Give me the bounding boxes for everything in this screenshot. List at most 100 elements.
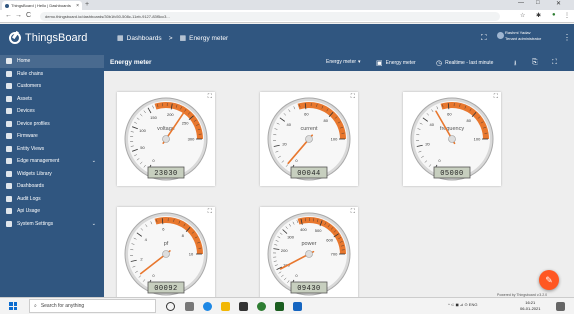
gauge-tick-label: 20 bbox=[282, 142, 287, 147]
gauge-tick-label: 20 bbox=[425, 142, 430, 147]
breadcrumb-dashboards[interactable]: Dashboards bbox=[127, 35, 162, 42]
gauge-widget-frequency[interactable]: ⛶ 0 20 40 60 80 100 frequency 05000 bbox=[403, 92, 501, 186]
store-icon[interactable] bbox=[239, 302, 248, 311]
user-info[interactable]: Rashmi Yadav Tenant administrator bbox=[505, 30, 541, 42]
url-input[interactable]: demo.thingsboard.io/dashboards/30b1fc50-… bbox=[40, 12, 500, 21]
sidebar-item-label: Rule chains bbox=[17, 70, 44, 77]
sidebar-item-dashboards[interactable]: Dashboards bbox=[0, 180, 104, 193]
gauge-dial: 020406080100frequency05000 bbox=[410, 97, 494, 181]
sidebar-item-widgets-library[interactable]: Widgets Library bbox=[0, 168, 104, 181]
sidebar-item-icon bbox=[6, 220, 12, 227]
gauge-tick-label: 300 bbox=[188, 137, 195, 142]
extensions-icon[interactable]: ✱ bbox=[536, 12, 541, 19]
entity-aliases-button[interactable]: ▣ Energy meter bbox=[376, 59, 416, 67]
sidebar-item-icon bbox=[6, 183, 12, 190]
sidebar-item-label: Assets bbox=[17, 95, 33, 102]
gauge-tick-label: 200 bbox=[167, 112, 174, 117]
sidebar-item-assets[interactable]: Assets bbox=[0, 93, 104, 106]
gauge-lcd-value: 23030 bbox=[154, 170, 178, 178]
sidebar: Home Rule chains Customers Assets Devices Dev… bbox=[0, 55, 104, 297]
thingsboard-logo[interactable]: ThingsBoard bbox=[9, 32, 87, 44]
sidebar-item-customers[interactable]: Customers bbox=[0, 80, 104, 93]
profile-icon[interactable]: ● bbox=[552, 12, 556, 18]
gauge-title: frequency bbox=[440, 126, 464, 132]
timewindow-button[interactable]: ◷ Realtime - last minute bbox=[436, 59, 493, 67]
gauge-tick-label: 40 bbox=[430, 122, 435, 127]
gauge-tick-label: 60 bbox=[447, 112, 452, 117]
gauge-tick-label: 80 bbox=[467, 118, 472, 123]
avatar[interactable] bbox=[497, 32, 504, 39]
gauge-widget-pf[interactable]: ⛶ 0 2 4 6 8 10 pf 00092 bbox=[117, 207, 215, 301]
dashboard-fullscreen-icon[interactable]: ⛶ bbox=[552, 59, 557, 67]
taskbar-search-input[interactable]: ⌕ Search for anything bbox=[29, 299, 156, 313]
sidebar-item-icon bbox=[6, 170, 12, 177]
browser-menu-icon[interactable]: ⋮ bbox=[564, 12, 570, 19]
notifications-icon[interactable] bbox=[556, 302, 565, 311]
gauge-hub bbox=[162, 250, 170, 258]
gauge-tick-label: 80 bbox=[324, 118, 329, 123]
bookmark-star-icon[interactable]: ☆ bbox=[520, 12, 525, 19]
reload-button[interactable]: C bbox=[26, 12, 31, 19]
sidebar-item-firmware[interactable]: Firmware bbox=[0, 130, 104, 143]
sidebar-item-device-profiles[interactable]: Device profiles bbox=[0, 118, 104, 131]
windows-start-icon[interactable] bbox=[9, 302, 17, 310]
export-icon[interactable]: ⎘ bbox=[532, 59, 538, 67]
sidebar-item-label: Customers bbox=[17, 83, 42, 90]
gauge-tick-label: 600 bbox=[326, 237, 333, 242]
sidebar-item-entity-views[interactable]: Entity Views bbox=[0, 143, 104, 156]
gauge-dial: 0100200300400 500600700power09430 bbox=[267, 212, 351, 296]
gauge-widget-power[interactable]: ⛶ 0 100 200 300 400 500 600 700 power 09430 bbox=[260, 207, 358, 301]
more-menu-icon[interactable]: ⋮ bbox=[563, 33, 571, 42]
minimize-window-button[interactable]: — bbox=[518, 0, 524, 6]
edit-dashboard-button[interactable]: ✎ bbox=[539, 270, 559, 290]
edge-browser-icon[interactable] bbox=[203, 302, 212, 311]
chrome-icon[interactable] bbox=[257, 302, 266, 311]
sidebar-item-devices[interactable]: Devices bbox=[0, 105, 104, 118]
sidebar-item-label: Entity Views bbox=[17, 145, 45, 152]
system-tray[interactable]: ^ ⊂ ◼ ⊿ ⊙ ENG bbox=[448, 302, 477, 307]
entity-label: Energy meter bbox=[385, 60, 416, 66]
gauge-tick-label: 10 bbox=[189, 252, 194, 257]
gauge-tick-label: 40 bbox=[287, 122, 292, 127]
breadcrumb-separator: > bbox=[168, 34, 173, 42]
sidebar-item-icon bbox=[6, 120, 12, 127]
sidebar-item-api-usage[interactable]: Api Usage bbox=[0, 205, 104, 218]
new-tab-button[interactable]: + bbox=[85, 1, 89, 8]
gauge-tick-label: 100 bbox=[139, 128, 146, 133]
excel-icon[interactable] bbox=[275, 302, 284, 311]
clock-icon: ◷ bbox=[436, 60, 443, 67]
gauge-lcd-value: 00092 bbox=[154, 285, 178, 293]
maximize-window-button[interactable]: □ bbox=[536, 0, 540, 6]
browser-tab[interactable]: ThingsBoard | Hello | Dashboards × bbox=[2, 1, 82, 10]
word-icon[interactable] bbox=[293, 302, 302, 311]
fullscreen-icon[interactable]: ⛶ bbox=[481, 33, 487, 43]
forward-button[interactable]: → bbox=[15, 12, 22, 19]
gauge-widget-voltage[interactable]: ⛶ 0 50 100 150 200 250 300 voltage 23030 bbox=[117, 92, 215, 186]
close-tab-icon[interactable]: × bbox=[76, 3, 79, 9]
sidebar-item-edge-management[interactable]: Edge management ⌄ bbox=[0, 155, 104, 168]
sidebar-item-label: Home bbox=[17, 58, 31, 65]
os-taskbar: ⌕ Search for anything ^ ⊂ ◼ ⊿ ⊙ ENG 16:2… bbox=[0, 297, 574, 314]
sidebar-item-audit-logs[interactable]: Audit Logs bbox=[0, 193, 104, 206]
taskbar-clock[interactable]: 16:21 06-01-2021 bbox=[520, 300, 540, 312]
state-select[interactable]: Energy meter ▾ bbox=[326, 59, 361, 65]
taskbar-date: 06-01-2021 bbox=[520, 306, 541, 311]
download-icon[interactable]: ⭳ bbox=[514, 59, 516, 70]
user-role: Tenant administrator bbox=[505, 36, 542, 41]
widgets-icon[interactable] bbox=[185, 302, 194, 311]
gauge-tick-label: 400 bbox=[300, 227, 307, 232]
sidebar-item-system-settings[interactable]: System Settings ⌄ bbox=[0, 218, 104, 231]
browser-address-row: ← → C demo.thingsboard.io/dashboards/30b… bbox=[0, 10, 574, 23]
url-text: demo.thingsboard.io/dashboards/30b1fc50-… bbox=[45, 14, 170, 19]
close-window-button[interactable]: ✕ bbox=[556, 0, 561, 7]
gauge-tick-label: 250 bbox=[182, 120, 189, 125]
file-explorer-icon[interactable] bbox=[221, 302, 230, 311]
gauge-dial: 050100150200250300voltage23030 bbox=[124, 97, 208, 181]
gauge-widget-current[interactable]: ⛶ 0 20 40 60 80 100 current 00044 bbox=[260, 92, 358, 186]
sidebar-item-home[interactable]: Home bbox=[0, 55, 104, 68]
task-view-icon[interactable] bbox=[166, 302, 175, 311]
thingsboard-logo-icon bbox=[9, 32, 21, 44]
logo-text: ThingsBoard bbox=[25, 32, 88, 44]
back-button[interactable]: ← bbox=[5, 12, 12, 19]
sidebar-item-rule-chains[interactable]: Rule chains bbox=[0, 68, 104, 81]
